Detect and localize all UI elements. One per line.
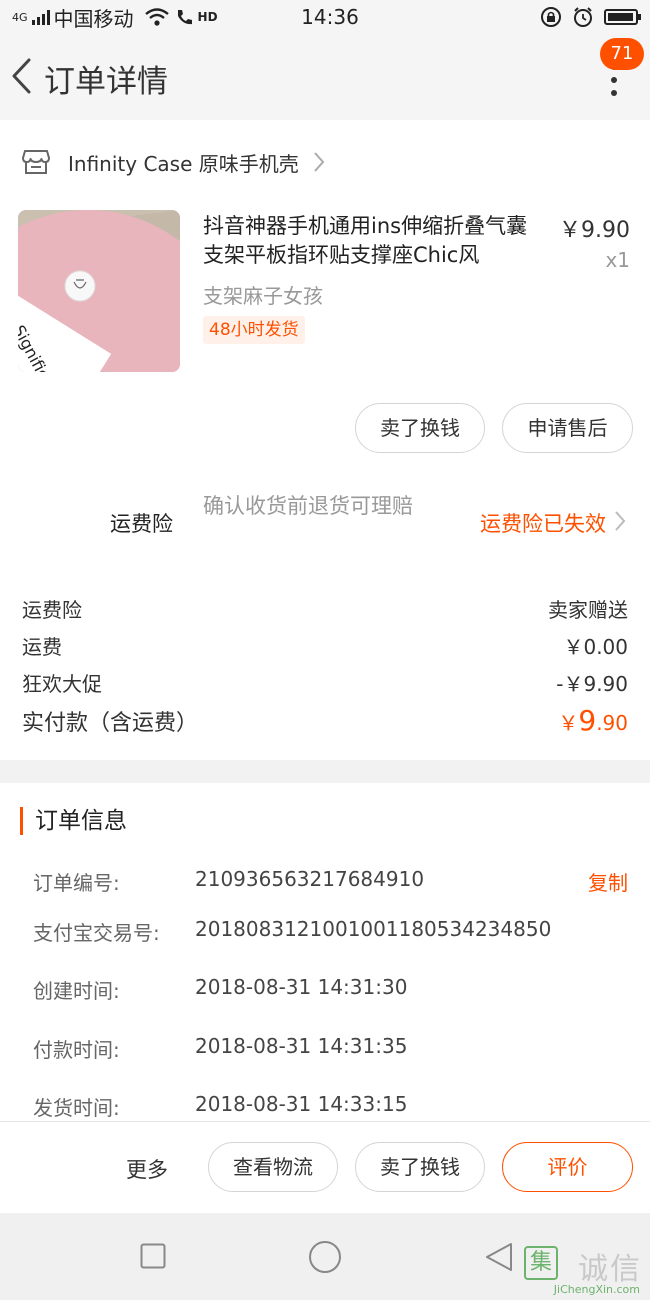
copy-order-number-button[interactable]: 复制 bbox=[588, 867, 628, 896]
product-price: ￥9.90 bbox=[559, 218, 630, 243]
chevron-left-icon bbox=[12, 58, 31, 94]
total-decimal: .90 bbox=[596, 711, 628, 735]
insurance-status-link[interactable]: 运费险已失效 bbox=[480, 508, 606, 538]
more-actions-button[interactable]: 更多 bbox=[126, 1154, 168, 1184]
info-value: 2018083121001001180534234850 bbox=[195, 917, 552, 941]
info-key: 订单编号: bbox=[33, 871, 120, 895]
info-value: 2018-08-31 14:31:30 bbox=[195, 975, 408, 999]
summary-value: 卖家赠送 bbox=[548, 598, 628, 622]
order-item-card: Infinity Case 原味手机壳 Significant 抖音神器手机通用… bbox=[0, 120, 650, 760]
summary-row: 运费险 卖家赠送 bbox=[22, 594, 628, 623]
order-info-title: 订单信息 bbox=[20, 807, 127, 835]
total-row: 实付款（含运费） ￥9.90 bbox=[22, 704, 628, 737]
battery-icon bbox=[604, 9, 641, 25]
summary-row: 运费 ￥0.00 bbox=[22, 631, 628, 660]
watermark-url: JiChengXin.com bbox=[553, 1283, 640, 1296]
apply-after-sale-button[interactable]: 申请售后 bbox=[502, 403, 633, 453]
back-triangle-icon[interactable] bbox=[484, 1241, 514, 1273]
shipping-tag: 48小时发货 bbox=[203, 316, 305, 344]
alarm-icon bbox=[574, 7, 592, 27]
system-nav-bar: 集 诚信 JiChengXin.com bbox=[0, 1213, 650, 1300]
product-title[interactable]: 抖音神器手机通用ins伸缩折叠气囊支架平板指环贴支撑座Chic风 bbox=[203, 212, 548, 270]
watermark-logo: 集 诚信 JiChengXin.com bbox=[524, 1244, 642, 1296]
total-currency: ￥ bbox=[558, 711, 579, 735]
dot-icon bbox=[611, 77, 617, 83]
info-key: 支付宝交易号: bbox=[33, 921, 160, 945]
view-logistics-button[interactable]: 查看物流 bbox=[208, 1142, 338, 1192]
home-icon[interactable] bbox=[308, 1240, 342, 1274]
info-value: 2018-08-31 14:33:15 bbox=[195, 1092, 408, 1116]
info-value: 210936563217684910 bbox=[195, 867, 425, 891]
chevron-right-icon bbox=[314, 152, 325, 172]
chevron-right-icon bbox=[615, 511, 626, 531]
info-value: 2018-08-31 14:31:35 bbox=[195, 1034, 408, 1058]
summary-label: 运费 bbox=[22, 635, 62, 659]
signal-icon bbox=[31, 9, 50, 25]
wifi-icon bbox=[144, 8, 169, 26]
status-time: 14:36 bbox=[301, 5, 359, 29]
network-type: 4G bbox=[12, 10, 28, 24]
recent-apps-icon[interactable] bbox=[140, 1243, 166, 1269]
watermark-text: 诚信 bbox=[578, 1252, 642, 1287]
product-image bbox=[18, 210, 180, 372]
summary-row: 狂欢大促 -￥9.90 bbox=[22, 668, 628, 697]
info-key: 创建时间: bbox=[33, 979, 120, 1003]
dot-icon bbox=[611, 90, 617, 96]
info-key: 发货时间: bbox=[33, 1096, 120, 1120]
product-quantity: x1 bbox=[605, 248, 630, 272]
rotation-lock-icon bbox=[541, 7, 561, 27]
shop-name: Infinity Case 原味手机壳 bbox=[68, 151, 299, 176]
product-sku: 支架麻子女孩 bbox=[203, 284, 323, 308]
summary-value: ￥0.00 bbox=[563, 635, 628, 659]
page-title: 订单详情 bbox=[44, 64, 168, 100]
total-integer: 9 bbox=[578, 704, 597, 737]
total-label: 实付款（含运费） bbox=[22, 711, 199, 736]
back-button[interactable] bbox=[6, 52, 36, 100]
hd-call-icon bbox=[177, 10, 192, 25]
info-key: 付款时间: bbox=[33, 1038, 120, 1062]
product-thumbnail[interactable]: Significant bbox=[18, 210, 180, 372]
nav-header: 订单详情 71 bbox=[0, 34, 650, 120]
sell-for-cash-button[interactable]: 卖了换钱 bbox=[355, 403, 485, 453]
summary-label: 狂欢大促 bbox=[22, 672, 102, 696]
bottom-action-bar: 更多 查看物流 卖了换钱 评价 bbox=[0, 1121, 650, 1213]
order-info-card: 订单信息 订单编号: 210936563217684910 复制 支付宝交易号:… bbox=[0, 783, 650, 1121]
insurance-label: 运费险 bbox=[110, 512, 173, 536]
shop-row[interactable]: Infinity Case 原味手机壳 bbox=[22, 142, 325, 182]
watermark-glyph: 集 bbox=[524, 1246, 558, 1280]
review-button[interactable]: 评价 bbox=[502, 1142, 633, 1192]
shop-icon bbox=[22, 150, 50, 174]
sell-for-cash-button[interactable]: 卖了换钱 bbox=[355, 1142, 485, 1192]
status-bar: 4G 中国移动 HD 14:36 bbox=[0, 0, 650, 34]
message-count-badge: 71 bbox=[600, 38, 644, 70]
summary-label: 运费险 bbox=[22, 598, 82, 622]
insurance-description: 确认收货前退货可理赔 bbox=[203, 494, 413, 518]
summary-value: -￥9.90 bbox=[556, 672, 628, 696]
carrier-name: 中国移动 bbox=[53, 6, 134, 31]
total-amount: ￥9.90 bbox=[558, 704, 628, 737]
